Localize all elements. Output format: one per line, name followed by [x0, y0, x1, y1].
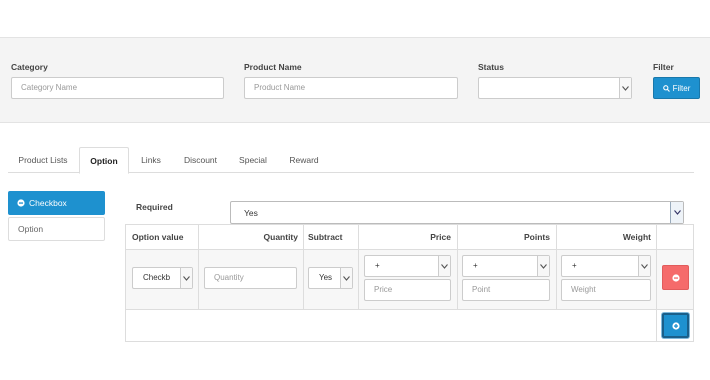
category-input[interactable]: Category Name — [11, 77, 224, 99]
status-label: Status — [478, 62, 504, 72]
divider — [198, 225, 199, 309]
divider — [358, 225, 359, 309]
column-header-quantity: Quantity — [263, 232, 298, 242]
product-name-input[interactable]: Product Name — [244, 77, 458, 99]
minus-circle-icon[interactable] — [17, 199, 25, 207]
filter-button[interactable]: Filter — [653, 77, 700, 99]
points-input[interactable]: Point — [462, 279, 550, 301]
search-icon — [662, 84, 670, 92]
option-value-select[interactable]: Checkb — [132, 267, 193, 289]
divider — [126, 309, 693, 310]
column-header-subtract: Subtract — [308, 232, 343, 242]
subtract-select[interactable]: Yes — [308, 267, 353, 289]
option-value-selected: Checkb — [143, 273, 171, 282]
option-item-label: Checkbox — [29, 198, 67, 208]
minus-circle-icon — [671, 273, 680, 282]
subtract-value: Yes — [319, 273, 333, 282]
price-prefix-value: + — [375, 261, 380, 270]
column-header-points: Points — [524, 232, 550, 242]
chevron-down-icon — [537, 256, 549, 276]
add-option-value-button[interactable] — [662, 313, 689, 338]
chevron-down-icon — [638, 256, 650, 276]
price-prefix-select[interactable]: + — [364, 255, 451, 277]
required-label: Required — [136, 202, 173, 212]
column-header-price: Price — [430, 232, 451, 242]
chevron-down-icon — [180, 268, 192, 288]
price-input[interactable]: Price — [364, 279, 451, 301]
plus-circle-icon — [671, 321, 680, 330]
chevron-down-icon — [438, 256, 450, 276]
filter-button-label: Filter — [672, 83, 691, 93]
tab-product-lists[interactable]: Product Lists — [8, 147, 78, 173]
divider — [126, 249, 693, 250]
tab-special[interactable]: Special — [232, 147, 274, 173]
required-select[interactable]: Yes — [230, 201, 684, 224]
weight-prefix-select[interactable]: + — [561, 255, 651, 277]
product-tabs: Product Lists Option Links Discount Spec… — [8, 147, 694, 174]
chevron-down-icon — [340, 268, 352, 288]
tab-option[interactable]: Option — [79, 147, 129, 174]
tab-links[interactable]: Links — [133, 147, 169, 173]
weight-prefix-value: + — [572, 261, 577, 270]
new-option-input[interactable]: Option — [8, 217, 105, 241]
chevron-down-icon — [670, 202, 683, 223]
divider — [556, 225, 557, 309]
product-name-label: Product Name — [244, 62, 302, 72]
divider — [457, 225, 458, 309]
weight-input[interactable]: Weight — [561, 279, 651, 301]
quantity-input[interactable]: Quantity — [204, 267, 297, 289]
required-value: Yes — [244, 208, 258, 218]
divider — [303, 225, 304, 309]
option-value-table: Option value Quantity Subtract Price Poi… — [125, 224, 694, 342]
points-prefix-value: + — [473, 261, 478, 270]
option-item-checkbox[interactable]: Checkbox — [8, 191, 105, 215]
points-prefix-select[interactable]: + — [462, 255, 550, 277]
column-header-weight: Weight — [622, 232, 651, 242]
chevron-down-icon — [619, 78, 631, 98]
status-select[interactable] — [478, 77, 632, 99]
category-label: Category — [11, 62, 48, 72]
tab-discount[interactable]: Discount — [178, 147, 223, 173]
remove-option-value-button[interactable] — [662, 265, 689, 290]
divider — [656, 225, 657, 341]
column-header-option-value: Option value — [132, 232, 184, 242]
filter-heading: Filter — [653, 62, 674, 72]
tab-reward[interactable]: Reward — [283, 147, 325, 173]
